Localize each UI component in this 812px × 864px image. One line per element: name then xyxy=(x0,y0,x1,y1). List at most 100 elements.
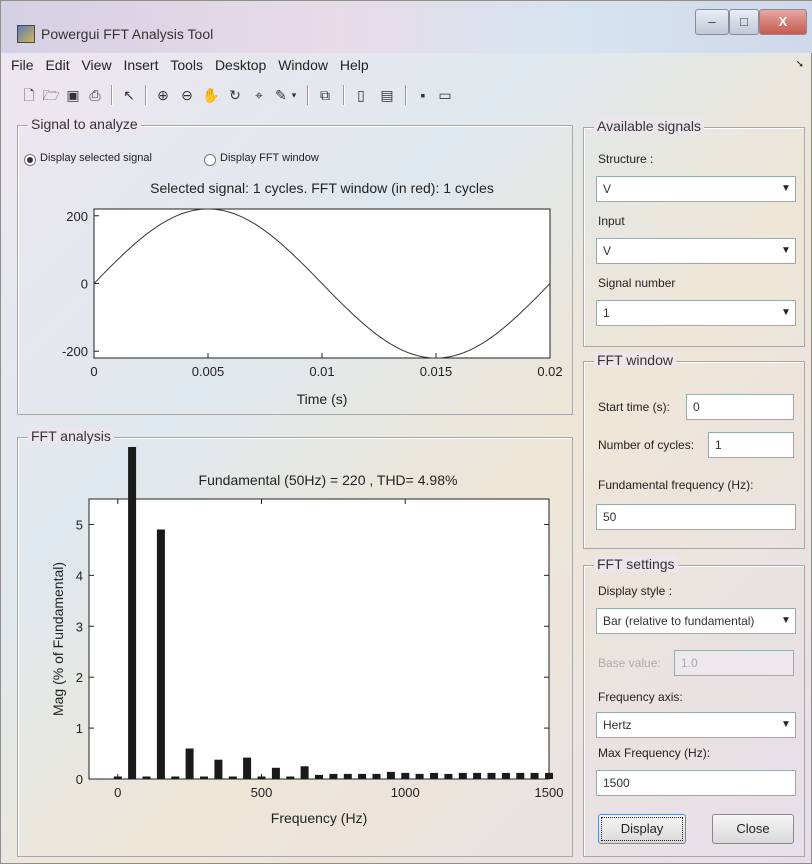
display-style-dropdown[interactable]: Bar (relative to fundamental) ▼ xyxy=(596,608,796,634)
hide-plot-tools-icon[interactable]: ▪ xyxy=(413,85,433,105)
fft-bar xyxy=(458,772,467,779)
base-value-label: Base value: xyxy=(598,656,661,670)
input-dropdown[interactable]: V ▼ xyxy=(596,238,796,264)
fft-settings-panel: FFT settings Display style : Bar (relati… xyxy=(583,556,805,857)
max-frequency-input[interactable]: 1500 xyxy=(596,770,796,796)
link-plot-icon[interactable]: ⧉ xyxy=(315,85,335,105)
toolbar-separator xyxy=(405,85,407,105)
menu-help[interactable]: Help xyxy=(340,57,369,73)
y-tick-label: 3 xyxy=(76,619,83,634)
y-tick-label: 4 xyxy=(76,568,83,583)
edit-plot-arrow-icon[interactable]: ↖ xyxy=(119,85,139,105)
menu-insert[interactable]: Insert xyxy=(123,57,158,73)
zoom-out-icon[interactable]: ⊖ xyxy=(177,85,197,105)
fft-bar xyxy=(530,772,539,779)
menu-window[interactable]: Window xyxy=(278,57,328,73)
start-time-input[interactable]: 0 xyxy=(686,394,794,420)
structure-dropdown[interactable]: V ▼ xyxy=(596,176,796,202)
fundamental-frequency-label: Fundamental frequency (Hz): xyxy=(598,478,754,492)
x-tick-label: 0.02 xyxy=(537,364,562,379)
fft-bar xyxy=(343,773,352,779)
close-icon: X xyxy=(778,14,788,29)
chevron-down-icon: ▼ xyxy=(781,245,791,256)
close-window-button[interactable]: X xyxy=(759,9,807,35)
close-button[interactable]: Close xyxy=(712,814,794,844)
fft-bar xyxy=(286,776,295,779)
new-figure-icon[interactable]: 🗋 xyxy=(19,85,39,105)
save-icon[interactable]: ▣ xyxy=(63,85,83,105)
menu-desktop[interactable]: Desktop xyxy=(215,57,266,73)
fft-plot-ylabel: Mag (% of Fundamental) xyxy=(50,562,66,716)
fft-bar xyxy=(128,447,137,779)
signal-number-dropdown[interactable]: 1 ▼ xyxy=(596,300,796,326)
menu-file[interactable]: File xyxy=(11,57,34,73)
fft-bar xyxy=(214,759,223,779)
structure-value: V xyxy=(603,182,612,196)
number-of-cycles-input[interactable]: 1 xyxy=(708,432,794,458)
available-signals-title: Available signals xyxy=(594,118,705,134)
zoom-in-icon[interactable]: ⊕ xyxy=(153,85,173,105)
chevron-down-icon: ▼ xyxy=(781,183,791,194)
display-selected-signal-label[interactable]: Display selected signal xyxy=(40,152,152,164)
open-file-icon[interactable]: 🗁 xyxy=(41,85,61,105)
y-tick-label: 5 xyxy=(76,517,83,532)
x-tick-label: 0 xyxy=(114,785,121,800)
number-of-cycles-label: Number of cycles: xyxy=(598,438,695,452)
input-value: V xyxy=(603,244,612,258)
insert-legend-icon[interactable]: ▤ xyxy=(377,85,397,105)
pan-hand-icon[interactable]: ✋ xyxy=(201,85,221,105)
fft-bar xyxy=(386,771,395,779)
fft-window-title: FFT window xyxy=(594,352,676,368)
x-tick-label: 0.015 xyxy=(420,364,453,379)
fft-window-panel: FFT window Start time (s): 0 Number of c… xyxy=(583,352,805,549)
insert-colorbar-icon[interactable]: ▯ xyxy=(351,85,371,105)
display-fft-window-label[interactable]: Display FFT window xyxy=(220,152,319,164)
y-tick-label: 0 xyxy=(76,772,83,787)
fft-tool-window: Powergui FFT Analysis Tool – □ X File Ed… xyxy=(0,0,812,864)
base-value-input: 1.0 xyxy=(674,650,794,676)
toolbar-separator xyxy=(145,85,147,105)
fft-bar xyxy=(430,772,438,779)
frequency-axis-label: Frequency axis: xyxy=(598,690,683,704)
maximize-icon: □ xyxy=(740,14,748,29)
fft-bar xyxy=(501,772,510,779)
fft-bar xyxy=(228,776,237,779)
print-icon[interactable]: ⎙ xyxy=(85,85,105,105)
minimize-icon: – xyxy=(708,14,716,29)
display-button[interactable]: Display xyxy=(598,814,686,844)
menu-bar: File Edit View Insert Tools Desktop Wind… xyxy=(11,57,806,79)
menu-tools[interactable]: Tools xyxy=(170,57,203,73)
fft-bar xyxy=(516,772,525,779)
max-frequency-label: Max Frequency (Hz): xyxy=(598,746,711,760)
minimize-button[interactable]: – xyxy=(695,9,729,35)
menu-edit[interactable]: Edit xyxy=(45,57,69,73)
menu-view[interactable]: View xyxy=(81,57,111,73)
fft-bar xyxy=(487,772,496,779)
x-tick-label: 0.005 xyxy=(192,364,225,379)
fft-panel-title: FFT analysis xyxy=(28,428,114,444)
y-tick-label: 1 xyxy=(76,721,83,736)
rotate-3d-icon[interactable]: ↻ xyxy=(225,85,245,105)
signal-number-label: Signal number xyxy=(598,276,676,290)
fft-bar xyxy=(358,773,367,779)
fundamental-frequency-input[interactable]: 50 xyxy=(596,504,796,530)
display-fft-window-radio[interactable] xyxy=(204,154,216,166)
data-cursor-icon[interactable]: ⌖ xyxy=(249,85,269,105)
toolbar: 🗋 🗁 ▣ ⎙ ↖ ⊕ ⊖ ✋ ↻ ⌖ ✎ ▾ ⧉ ▯ ▤ ▪ ▭ xyxy=(15,81,805,111)
fft-bar xyxy=(156,529,165,779)
fft-bar xyxy=(243,757,252,779)
y-tick-label: 2 xyxy=(76,670,83,685)
maximize-button[interactable]: □ xyxy=(729,9,759,35)
fft-bar xyxy=(271,767,280,779)
frequency-axis-dropdown[interactable]: Hertz ▼ xyxy=(596,712,796,738)
x-tick-label: 500 xyxy=(251,785,273,800)
show-plot-tools-icon[interactable]: ▭ xyxy=(435,85,455,105)
input-label: Input xyxy=(598,214,625,228)
available-signals-panel: Available signals Structure : V ▼ Input … xyxy=(583,118,805,347)
fft-bar-plot: Fundamental (50Hz) = 220 , THD= 4.98% 0 5… xyxy=(50,447,563,826)
brush-dropdown-icon[interactable]: ▾ xyxy=(289,85,299,105)
display-selected-signal-radio[interactable] xyxy=(24,154,36,166)
menu-dock-arrow-icon[interactable]: ➘ xyxy=(796,59,804,70)
toolbar-separator xyxy=(111,85,113,105)
brush-icon[interactable]: ✎ xyxy=(271,85,291,105)
